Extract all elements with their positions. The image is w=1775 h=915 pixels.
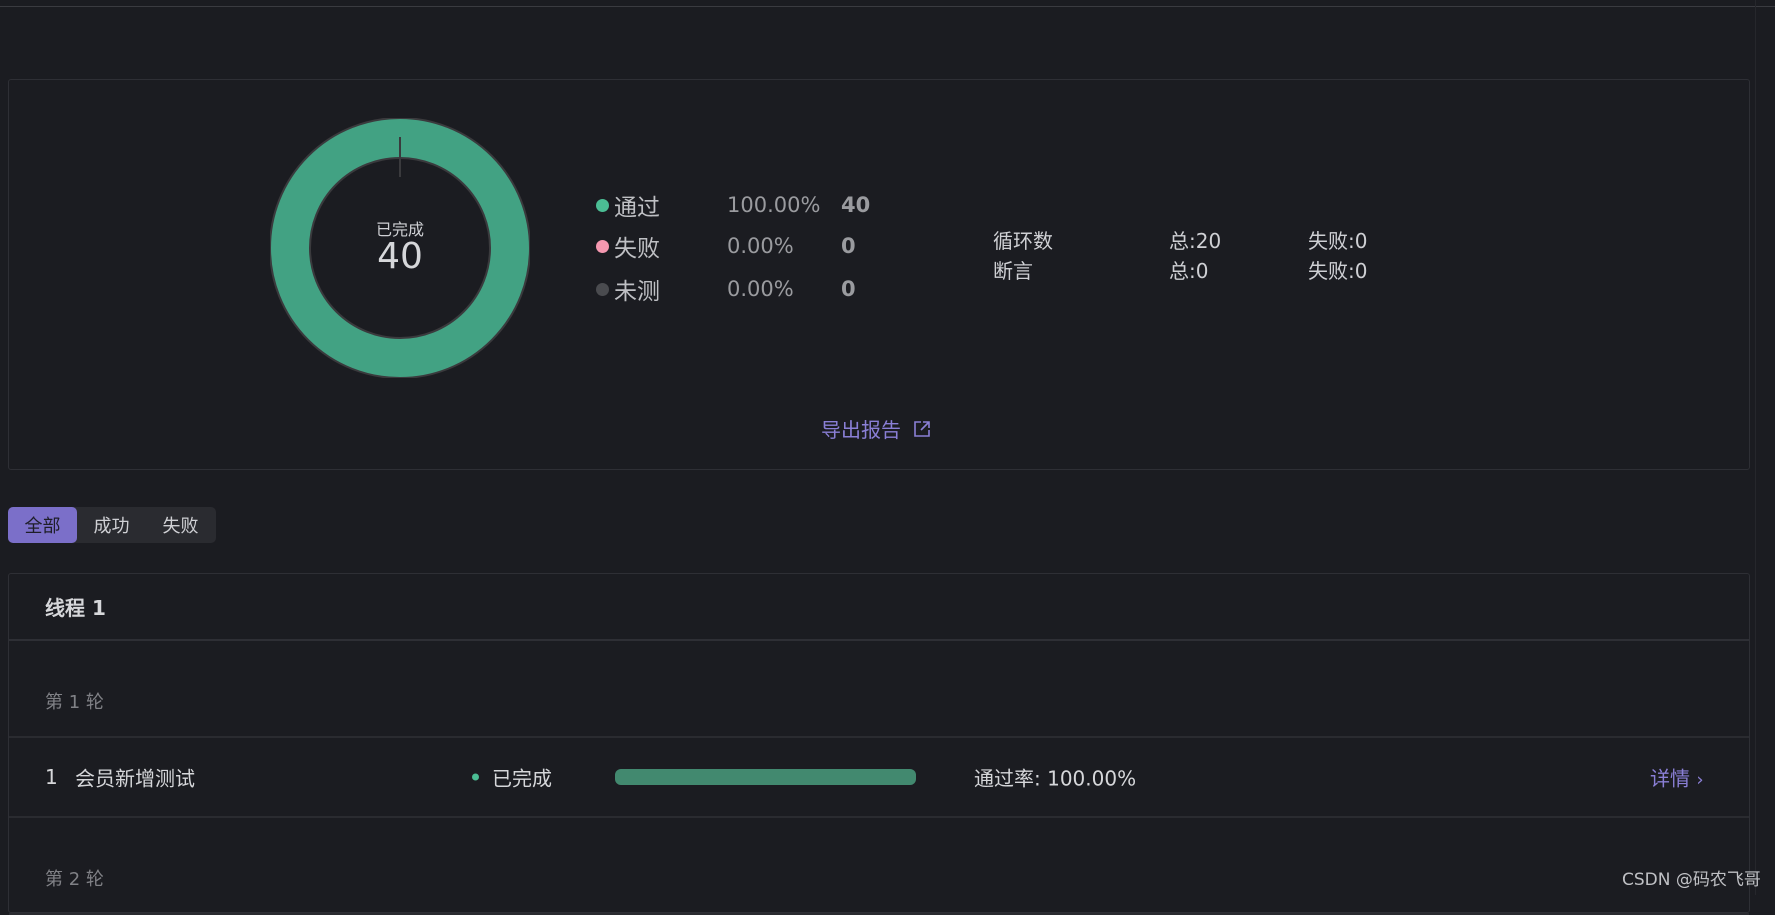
legend-percent: 0.00%: [727, 277, 794, 301]
thread-card: 线程 1 第 1 轮 1 会员新增测试 已完成 通过率: 100.00% 详情 …: [8, 573, 1750, 915]
detail-label: 详情: [1650, 766, 1690, 791]
export-report-label: 导出报告: [821, 418, 901, 442]
chevron-right-icon: ›: [1696, 769, 1704, 791]
legend-label: 失败: [614, 236, 660, 262]
loop-failed: 失败:0: [1308, 229, 1368, 253]
tab-success[interactable]: 成功: [77, 507, 146, 543]
status-dot-icon: [472, 773, 479, 781]
thread-title: 线程 1: [9, 574, 1749, 641]
row-name: 会员新增测试: [75, 766, 195, 791]
legend-fail: 失败 0.00% 0: [596, 231, 856, 262]
tab-all[interactable]: 全部: [8, 507, 77, 543]
row-status: 已完成: [492, 766, 552, 791]
legend-count: 0: [841, 234, 856, 258]
donut-center-value: 40: [377, 236, 423, 277]
legend-label: 未测: [614, 279, 660, 305]
legend-count: 40: [841, 193, 871, 217]
detail-link[interactable]: 详情 ›: [1650, 763, 1704, 792]
row-index: 1: [45, 765, 58, 789]
loop-label: 循环数: [993, 229, 1053, 253]
loop-total: 总:20: [1169, 229, 1222, 253]
pass-dot-icon: [596, 198, 609, 212]
watermark: CSDN @码农飞哥: [1622, 870, 1761, 890]
legend-label: 通过: [614, 195, 660, 221]
progress-bar: [615, 769, 916, 785]
legend-percent: 0.00%: [727, 234, 794, 258]
pass-rate: 通过率: 100.00%: [974, 766, 1137, 791]
round-label: 第 1 轮: [9, 641, 1749, 738]
fail-dot-icon: [596, 239, 609, 253]
table-row[interactable]: 1 会员新增测试 已完成 通过率: 100.00% 详情 ›: [9, 738, 1749, 818]
assert-label: 断言: [993, 259, 1033, 283]
legend-count: 0: [841, 277, 856, 301]
legend-untested: 未测 0.00% 0: [596, 274, 856, 305]
assert-total: 总:0: [1169, 259, 1209, 283]
export-report-button[interactable]: 导出报告: [821, 414, 931, 443]
untested-dot-icon: [596, 282, 609, 296]
scroll-edge: [1755, 0, 1756, 895]
external-link-icon: [914, 420, 930, 437]
tab-failed[interactable]: 失败: [146, 507, 215, 543]
filter-tabs: 全部 成功 失败: [8, 507, 216, 543]
round-label: 第 2 轮: [9, 818, 1749, 915]
top-divider: [0, 6, 1775, 7]
summary-card: 已完成 40 通过 100.00% 40 失败 0.00% 0 未测 0.00%…: [8, 79, 1750, 470]
progress-fill: [615, 769, 916, 785]
legend-pass: 通过 100.00% 40: [596, 190, 871, 221]
assert-failed: 失败:0: [1308, 259, 1368, 283]
legend-percent: 100.00%: [727, 193, 821, 217]
